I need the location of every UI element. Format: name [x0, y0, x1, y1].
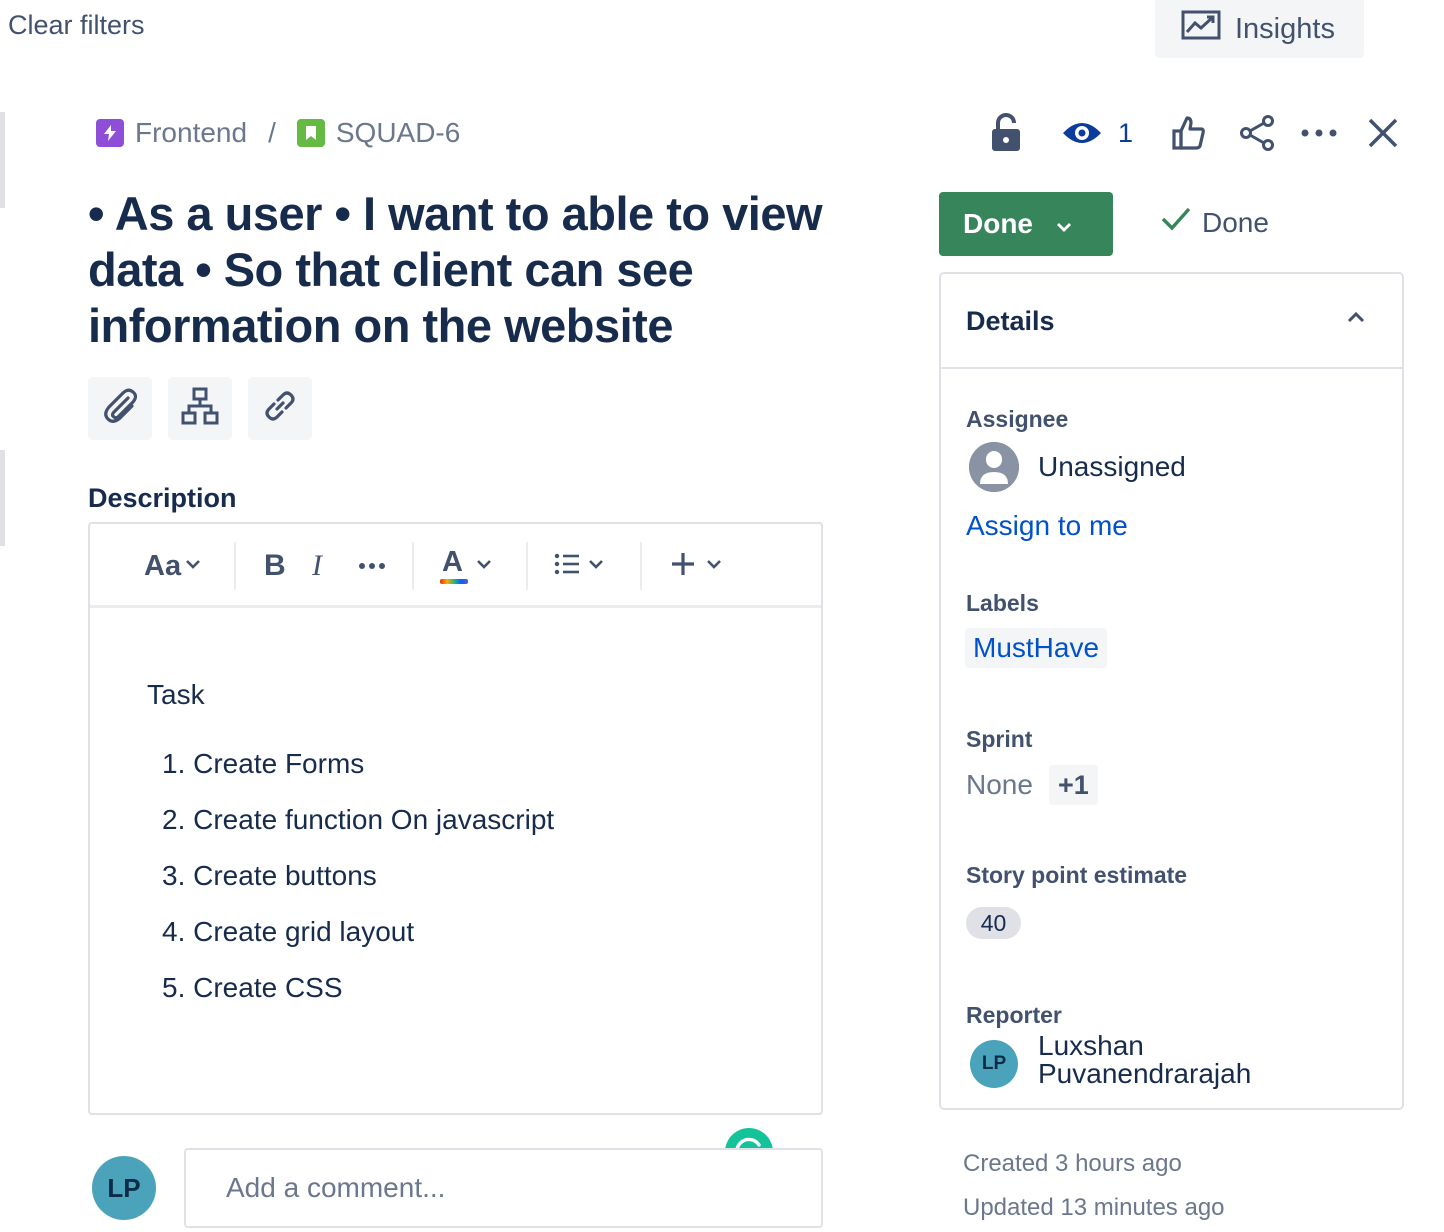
- details-header[interactable]: Details: [941, 274, 1402, 369]
- list-item: 5. Create CSS: [162, 972, 343, 1003]
- task-list: 1. Create Forms 2. Create function On ja…: [162, 736, 554, 1016]
- paperclip-icon: [100, 386, 140, 431]
- story-points-label: Story point estimate: [966, 862, 1188, 888]
- list-item: 4. Create grid layout: [162, 916, 415, 947]
- italic-button[interactable]: I: [312, 524, 322, 608]
- reporter-name[interactable]: Luxshan Puvanendrarajah: [1038, 1032, 1338, 1088]
- plus-icon: [670, 551, 696, 582]
- issue-title[interactable]: • As a user • I want to able to view dat…: [88, 186, 828, 354]
- breadcrumb-project[interactable]: Frontend: [135, 117, 247, 149]
- issue-actions: 1: [980, 108, 1401, 158]
- resolution-label: Done: [1202, 206, 1269, 238]
- description-content[interactable]: Task 1. Create Forms 2. Create function …: [90, 608, 821, 1176]
- more-formatting-button[interactable]: [358, 524, 386, 608]
- toolbar-divider: [526, 542, 528, 590]
- more-icon[interactable]: [1299, 109, 1339, 157]
- comment-input[interactable]: [184, 1148, 823, 1228]
- text-color-icon: A: [440, 546, 468, 586]
- description-editor: Aa B I A Task 1. Create Forms 2. Create …: [88, 522, 823, 1176]
- label-chip[interactable]: MustHave: [965, 628, 1108, 668]
- issue-quick-actions: [88, 377, 312, 440]
- list-item: 2. Create function On javascript: [162, 804, 555, 835]
- avatar: LP: [92, 1156, 156, 1220]
- unassigned-avatar-icon: [969, 442, 1019, 492]
- labels-label: Labels: [966, 590, 1039, 616]
- list-item: 3. Create buttons: [162, 860, 377, 891]
- lock-icon[interactable]: [980, 109, 1032, 157]
- chevron-down-icon: [185, 557, 201, 575]
- chevron-down-icon: [1055, 208, 1073, 240]
- toolbar-divider: [234, 542, 236, 590]
- background-board-edge: [0, 112, 6, 812]
- bullet-list-icon: [554, 553, 580, 580]
- list-item: 1. Create Forms: [162, 748, 365, 779]
- thumbs-up-icon[interactable]: [1169, 109, 1209, 157]
- chevron-down-icon: [706, 557, 722, 575]
- description-label: Description: [88, 483, 237, 513]
- link-icon: [260, 386, 300, 431]
- assign-to-me-link[interactable]: Assign to me: [966, 510, 1128, 542]
- story-icon: [296, 119, 325, 147]
- list-dropdown[interactable]: [554, 524, 604, 608]
- close-icon[interactable]: [1365, 109, 1401, 157]
- status-label: Done: [963, 208, 1033, 239]
- bold-button[interactable]: B: [264, 524, 286, 608]
- chevron-down-icon: [476, 557, 492, 575]
- more-icon: [358, 557, 386, 575]
- create-child-issue-button[interactable]: [168, 377, 232, 440]
- toolbar-divider: [640, 542, 642, 590]
- hierarchy-icon: [180, 386, 220, 431]
- insights-button[interactable]: Insights: [1155, 0, 1364, 58]
- updated-timestamp: Updated 13 minutes ago: [963, 1194, 1225, 1221]
- toolbar-divider: [412, 542, 414, 590]
- chevron-down-icon: [588, 557, 604, 575]
- breadcrumb-separator: /: [268, 117, 276, 148]
- epic-icon: [96, 119, 124, 147]
- check-icon: [1160, 206, 1192, 239]
- task-heading: Task: [147, 679, 205, 710]
- breadcrumb-issue-key[interactable]: SQUAD-6: [336, 117, 460, 149]
- details-title: Details: [966, 306, 1055, 336]
- clear-filters-link[interactable]: Clear filters: [8, 10, 145, 41]
- reporter-label: Reporter: [966, 1002, 1062, 1028]
- trending-up-icon: [1181, 10, 1221, 48]
- created-timestamp: Created 3 hours ago: [963, 1150, 1182, 1177]
- details-panel: Details Assignee Unassigned Assign to me…: [939, 272, 1404, 1110]
- avatar: LP: [970, 1040, 1018, 1088]
- text-color-dropdown[interactable]: A: [440, 524, 492, 608]
- assignee-label: Assignee: [966, 406, 1069, 432]
- editor-toolbar: Aa B I A: [90, 524, 821, 608]
- watchers-count[interactable]: 1: [1118, 109, 1133, 157]
- chevron-up-icon[interactable]: [1346, 310, 1366, 329]
- resolution: Done: [1160, 206, 1269, 239]
- attach-button[interactable]: [88, 377, 152, 440]
- story-points-value[interactable]: 40: [966, 907, 1021, 939]
- insert-dropdown[interactable]: [670, 524, 722, 608]
- status-dropdown-button[interactable]: Done: [939, 192, 1113, 256]
- share-icon[interactable]: [1237, 109, 1277, 157]
- text-style-dropdown[interactable]: Aa: [144, 524, 201, 608]
- breadcrumb: Frontend / SQUAD-6: [96, 114, 460, 152]
- link-issue-button[interactable]: [248, 377, 312, 440]
- sprint-more-badge[interactable]: +1: [1049, 765, 1098, 805]
- insights-label: Insights: [1235, 12, 1335, 45]
- sprint-label: Sprint: [966, 726, 1033, 752]
- text-style-label: Aa: [144, 549, 182, 582]
- assignee-value[interactable]: Unassigned: [1038, 451, 1186, 483]
- sprint-value[interactable]: None: [966, 769, 1033, 801]
- eye-icon[interactable]: [1060, 109, 1104, 157]
